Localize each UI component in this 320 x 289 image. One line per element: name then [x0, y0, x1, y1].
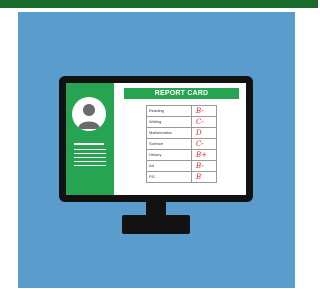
grade-cell: B	[191, 171, 217, 183]
grade-cell: B-	[191, 160, 217, 172]
grade-cell: D	[191, 127, 217, 139]
table-row: Art B-	[146, 160, 217, 172]
subject-cell: Reading	[146, 105, 192, 117]
computer-monitor: REPORT CARD Reading B- Writing C- Mathem…	[59, 76, 253, 202]
user-silhouette-icon	[72, 97, 106, 131]
top-bar	[0, 0, 318, 8]
table-row: Science C-	[146, 138, 217, 150]
table-row: Reading B-	[146, 105, 217, 117]
subject-cell: Mathematics	[146, 127, 192, 139]
profile-detail-line	[74, 149, 106, 150]
subject-cell: Writing	[146, 116, 192, 128]
student-profile-panel	[66, 83, 114, 195]
report-card-table: Reading B- Writing C- Mathematics D Scie…	[146, 105, 217, 183]
subject-cell: Science	[146, 138, 192, 150]
table-row: Mathematics D	[146, 127, 217, 139]
subject-cell: P.E.	[146, 171, 192, 183]
monitor-screen: REPORT CARD Reading B- Writing C- Mathem…	[66, 83, 246, 195]
grade-cell: B-	[191, 105, 217, 117]
report-card-title: REPORT CARD	[124, 88, 239, 99]
subject-cell: Art	[146, 160, 192, 172]
table-row: History B+	[146, 149, 217, 161]
subject-cell: History	[146, 149, 192, 161]
grade-cell: C-	[191, 138, 217, 150]
profile-detail-line	[74, 153, 106, 154]
monitor-stand-neck	[146, 202, 166, 216]
grade-cell: B+	[191, 149, 217, 161]
user-silhouette-graphic	[78, 104, 100, 129]
profile-detail-line	[74, 161, 106, 162]
table-row: P.E. B	[146, 171, 217, 183]
illustration-background: REPORT CARD Reading B- Writing C- Mathem…	[18, 12, 295, 288]
table-row: Writing C-	[146, 116, 217, 128]
monitor-stand-base	[122, 215, 190, 234]
grade-cell: C-	[191, 116, 217, 128]
profile-name-line	[74, 143, 104, 145]
profile-detail-line	[74, 165, 106, 166]
profile-detail-line	[74, 157, 106, 158]
